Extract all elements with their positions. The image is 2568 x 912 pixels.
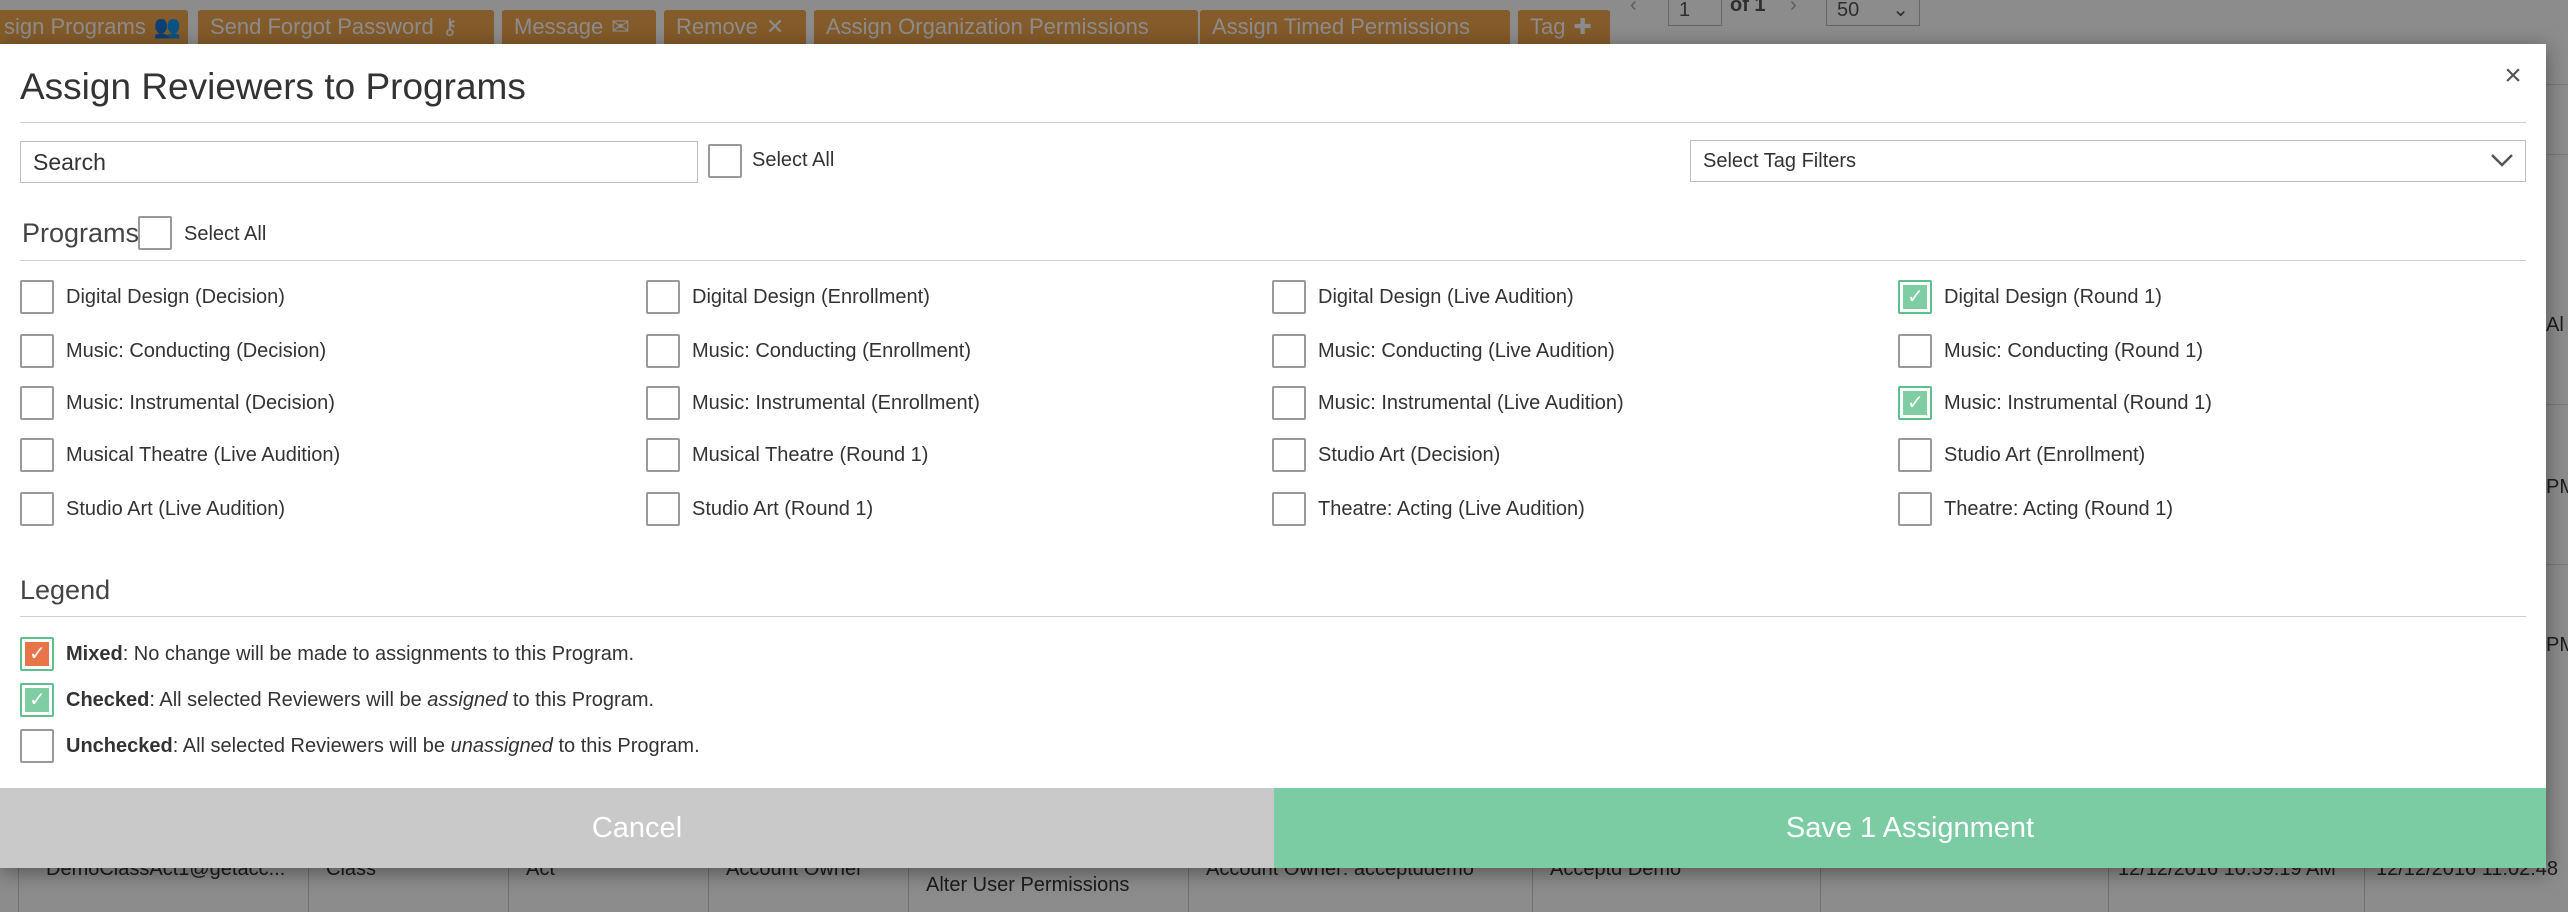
legend-unchecked-desc-after: to this Program.	[552, 735, 700, 757]
program-checkbox[interactable]	[646, 280, 680, 314]
legend-mixed-term: Mixed	[66, 643, 123, 665]
select-all-label: Select All	[752, 149, 835, 171]
program-checkbox[interactable]	[1272, 334, 1306, 368]
program-label: Music: Conducting (Decision)	[66, 340, 327, 362]
assign-reviewers-modal: Assign Reviewers to Programs × Select Al…	[0, 44, 2546, 868]
check-icon: ✓	[1907, 392, 1924, 414]
tag-filter-select[interactable]: Select Tag Filters	[1690, 140, 2526, 182]
legend-checked-text: Checked: All selected Reviewers will be …	[66, 687, 654, 713]
legend-unchecked-checkbox	[20, 729, 54, 763]
program-checkbox[interactable]	[20, 334, 54, 368]
search-input[interactable]	[20, 141, 698, 183]
program-label: Studio Art (Enrollment)	[1944, 444, 2146, 466]
program-checkbox[interactable]	[646, 334, 680, 368]
program-checkbox[interactable]	[1272, 438, 1306, 472]
legend-unchecked-term: Unchecked	[66, 735, 173, 757]
program-checkbox[interactable]	[646, 492, 680, 526]
program-checkbox[interactable]	[646, 386, 680, 420]
legend-mixed-text: Mixed: No change will be made to assignm…	[66, 641, 634, 667]
program-checkbox[interactable]	[20, 438, 54, 472]
title-divider	[20, 122, 2526, 123]
program-label: Digital Design (Enrollment)	[692, 286, 930, 308]
check-icon: ✓	[1907, 286, 1924, 308]
save-assignment-button[interactable]: Save 1 Assignment	[1274, 788, 2546, 868]
legend-checked-checkbox: ✓	[20, 683, 54, 717]
program-checkbox[interactable]: ✓	[1898, 280, 1932, 314]
program-label: Studio Art (Live Audition)	[66, 498, 286, 520]
program-label: Musical Theatre (Round 1)	[692, 444, 929, 466]
legend-checked-desc-before: : All selected Reviewers will be	[149, 689, 428, 711]
legend-unchecked-emphasis: unassigned	[450, 735, 553, 757]
program-label: Digital Design (Decision)	[66, 286, 285, 308]
program-label: Digital Design (Round 1)	[1944, 286, 2162, 308]
legend-checked-emphasis: assigned	[427, 689, 508, 711]
legend-unchecked-text: Unchecked: All selected Reviewers will b…	[66, 733, 700, 759]
program-label: Studio Art (Round 1)	[692, 498, 874, 520]
program-checkbox[interactable]	[20, 386, 54, 420]
program-label: Music: Instrumental (Round 1)	[1944, 392, 2212, 414]
legend-unchecked-desc-before: : All selected Reviewers will be	[172, 735, 451, 757]
program-checkbox[interactable]	[1898, 438, 1932, 472]
legend-mixed-checkbox: ✓	[20, 637, 54, 671]
program-label: Musical Theatre (Live Audition)	[66, 444, 341, 466]
legend-checked-term: Checked	[66, 689, 150, 711]
program-checkbox[interactable]: ✓	[1898, 386, 1932, 420]
program-checkbox[interactable]	[20, 280, 54, 314]
programs-heading: Programs	[22, 218, 140, 248]
program-checkbox[interactable]	[1898, 334, 1932, 368]
program-label: Music: Conducting (Round 1)	[1944, 340, 2204, 362]
program-label: Digital Design (Live Audition)	[1318, 286, 1574, 308]
legend-heading: Legend	[20, 575, 111, 605]
program-checkbox[interactable]	[20, 492, 54, 526]
tag-filter-label: Select Tag Filters	[1703, 150, 1857, 172]
legend-mixed-desc: : No change will be made to assignments …	[122, 643, 635, 665]
legend-checked-desc-after: to this Program.	[507, 689, 655, 711]
cancel-button[interactable]: Cancel	[0, 788, 1274, 868]
program-label: Music: Conducting (Live Audition)	[1318, 340, 1615, 362]
legend-divider	[20, 616, 2526, 617]
programs-divider	[20, 260, 2526, 261]
check-icon: ✓	[29, 689, 46, 711]
modal-title: Assign Reviewers to Programs	[20, 66, 526, 107]
program-checkbox[interactable]	[1272, 386, 1306, 420]
program-label: Theatre: Acting (Round 1)	[1944, 498, 2174, 520]
program-label: Music: Instrumental (Live Audition)	[1318, 392, 1624, 414]
close-icon[interactable]: ×	[2498, 56, 2528, 96]
program-checkbox[interactable]	[1272, 492, 1306, 526]
program-label: Theatre: Acting (Live Audition)	[1318, 498, 1585, 520]
program-checkbox[interactable]	[646, 438, 680, 472]
program-label: Music: Conducting (Enrollment)	[692, 340, 971, 362]
programs-select-all-label: Select All	[184, 223, 267, 245]
programs-select-all-checkbox[interactable]	[138, 216, 172, 250]
program-checkbox[interactable]	[1272, 280, 1306, 314]
check-icon: ✓	[29, 643, 46, 665]
select-all-checkbox[interactable]	[708, 144, 742, 178]
chevron-down-icon	[2491, 154, 2513, 167]
program-label: Music: Instrumental (Enrollment)	[692, 392, 980, 414]
program-label: Studio Art (Decision)	[1318, 444, 1501, 466]
program-label: Music: Instrumental (Decision)	[66, 392, 335, 414]
program-checkbox[interactable]	[1898, 492, 1932, 526]
